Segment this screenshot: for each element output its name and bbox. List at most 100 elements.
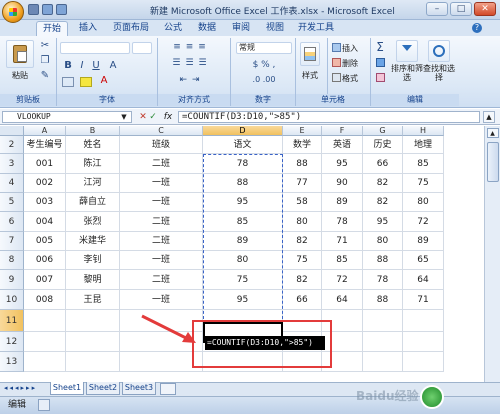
- table-cell[interactable]: 001: [24, 154, 66, 174]
- cut-icon[interactable]: ✂: [38, 40, 52, 52]
- table-cell[interactable]: 80: [283, 212, 322, 232]
- table-cell[interactable]: 004: [24, 212, 66, 232]
- italic-button[interactable]: I: [76, 60, 88, 72]
- font-color-icon[interactable]: A: [98, 75, 110, 87]
- table-cell[interactable]: 007: [24, 270, 66, 290]
- copy-icon[interactable]: ❐: [38, 55, 52, 67]
- table-cell[interactable]: 66: [283, 290, 322, 310]
- empty-cell[interactable]: [403, 332, 444, 352]
- column-header-a[interactable]: A: [24, 126, 66, 136]
- table-cell[interactable]: 薛自立: [66, 193, 120, 212]
- name-box-dropdown-icon[interactable]: ▼: [120, 113, 128, 121]
- undo-icon[interactable]: [42, 4, 53, 15]
- table-cell[interactable]: 班级: [120, 136, 203, 154]
- empty-cell[interactable]: [66, 352, 120, 372]
- table-cell[interactable]: 71: [403, 290, 444, 310]
- save-icon[interactable]: [28, 4, 39, 15]
- table-cell[interactable]: 78: [363, 270, 403, 290]
- tab-insert[interactable]: 插入: [72, 21, 104, 36]
- table-cell[interactable]: 72: [403, 212, 444, 232]
- empty-cell[interactable]: [24, 332, 66, 352]
- empty-cell[interactable]: [363, 310, 403, 332]
- table-cell[interactable]: 陈江: [66, 154, 120, 174]
- table-cell[interactable]: 江河: [66, 174, 120, 193]
- row-header-2[interactable]: 2: [0, 136, 24, 154]
- row-header-12[interactable]: 12: [0, 332, 24, 352]
- table-cell[interactable]: 85: [322, 251, 363, 270]
- decimal-icons[interactable]: .0 .00: [236, 75, 292, 87]
- empty-cell[interactable]: [363, 352, 403, 372]
- sort-filter-icon[interactable]: [396, 40, 418, 62]
- empty-cell[interactable]: [24, 352, 66, 372]
- table-cell[interactable]: 数学: [283, 136, 322, 154]
- fill-color-icon[interactable]: [80, 77, 92, 87]
- indent-icons[interactable]: ⇤⇥: [162, 75, 222, 87]
- table-cell[interactable]: 72: [322, 270, 363, 290]
- table-cell[interactable]: 80: [403, 193, 444, 212]
- table-cell[interactable]: 64: [403, 270, 444, 290]
- table-cell[interactable]: 58: [283, 193, 322, 212]
- align-horizontal-icons[interactable]: ☰☰☰: [162, 58, 222, 70]
- table-cell[interactable]: 历史: [363, 136, 403, 154]
- name-box[interactable]: VLOOKUP: [2, 111, 132, 123]
- column-header-f[interactable]: F: [322, 126, 363, 136]
- tab-developer[interactable]: 开发工具: [294, 21, 338, 36]
- font-size-select[interactable]: [132, 42, 152, 54]
- table-cell[interactable]: 003: [24, 193, 66, 212]
- fill-icon[interactable]: [376, 58, 385, 67]
- table-cell[interactable]: 85: [403, 154, 444, 174]
- find-select-label[interactable]: 查找和选择: [422, 64, 456, 82]
- fx-icon[interactable]: fx: [160, 111, 176, 123]
- table-cell[interactable]: 008: [24, 290, 66, 310]
- column-header-d[interactable]: D: [203, 126, 283, 136]
- table-cell[interactable]: 75: [403, 174, 444, 193]
- currency-percent-icons[interactable]: $ % ,: [236, 60, 292, 72]
- select-all-corner[interactable]: [0, 126, 24, 136]
- table-cell[interactable]: 90: [322, 174, 363, 193]
- border-icon[interactable]: [62, 77, 74, 87]
- table-cell[interactable]: 95: [363, 212, 403, 232]
- find-select-icon[interactable]: [428, 40, 450, 62]
- table-cell[interactable]: 一班: [120, 193, 203, 212]
- table-cell[interactable]: 二班: [120, 232, 203, 251]
- formula-input[interactable]: =COUNTIF(D3:D10,">85"): [178, 111, 480, 123]
- format-painter-icon[interactable]: ✎: [38, 70, 52, 82]
- table-cell[interactable]: 80: [363, 232, 403, 251]
- column-header-b[interactable]: B: [66, 126, 120, 136]
- table-cell[interactable]: 88: [363, 251, 403, 270]
- sheet-tab-3[interactable]: Sheet3: [122, 382, 156, 395]
- table-cell[interactable]: 006: [24, 251, 66, 270]
- vertical-scrollbar[interactable]: ▲: [484, 126, 500, 382]
- row-header-6[interactable]: 6: [0, 212, 24, 232]
- cancel-formula-icon[interactable]: ✕: [138, 112, 148, 122]
- sheet-nav-icons[interactable]: ◂◂◂▸▸▸: [4, 384, 44, 394]
- table-cell[interactable]: 82: [363, 174, 403, 193]
- table-cell[interactable]: 语文: [203, 136, 283, 154]
- table-cell[interactable]: 95: [322, 154, 363, 174]
- table-cell[interactable]: 88: [283, 154, 322, 174]
- table-cell[interactable]: 71: [322, 232, 363, 251]
- number-format-select[interactable]: 常规: [236, 42, 292, 54]
- office-button[interactable]: [2, 1, 24, 23]
- empty-cell[interactable]: [66, 310, 120, 332]
- row-header-7[interactable]: 7: [0, 232, 24, 251]
- table-cell[interactable]: 考生编号: [24, 136, 66, 154]
- table-cell[interactable]: 64: [322, 290, 363, 310]
- table-cell[interactable]: 75: [283, 251, 322, 270]
- font-name-select[interactable]: [60, 42, 130, 54]
- table-cell[interactable]: 黎明: [66, 270, 120, 290]
- tab-review[interactable]: 审阅: [226, 21, 256, 36]
- row-header-11[interactable]: 11: [0, 310, 24, 332]
- tab-page-layout[interactable]: 页面布局: [108, 21, 154, 36]
- empty-cell[interactable]: [120, 352, 203, 372]
- table-cell[interactable]: 张烈: [66, 212, 120, 232]
- style-label[interactable]: 样式: [296, 70, 324, 81]
- autosum-icon[interactable]: Σ: [374, 40, 386, 54]
- styles-icon[interactable]: [300, 42, 320, 66]
- row-header-13[interactable]: 13: [0, 352, 24, 372]
- table-cell[interactable]: 一班: [120, 174, 203, 193]
- table-cell[interactable]: 二班: [120, 270, 203, 290]
- tab-formulas[interactable]: 公式: [158, 21, 188, 36]
- expand-formula-icon[interactable]: ▲: [483, 111, 495, 123]
- row-header-5[interactable]: 5: [0, 193, 24, 212]
